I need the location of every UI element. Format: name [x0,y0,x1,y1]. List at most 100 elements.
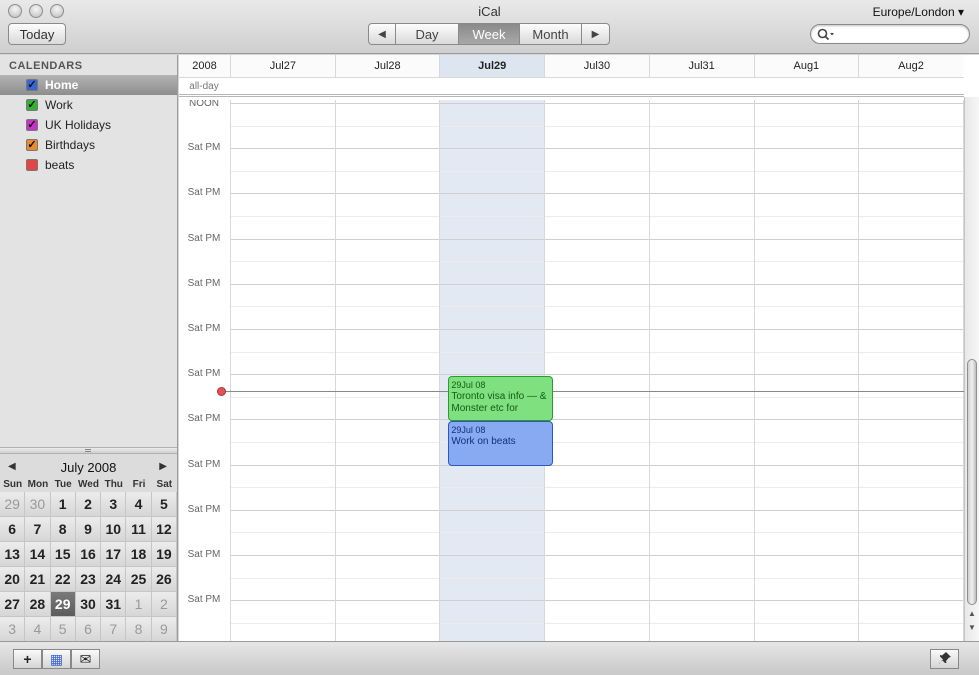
mini-day[interactable]: 20 [0,567,26,592]
calendar-label: Birthdays [45,138,96,152]
mini-day[interactable]: 23 [75,567,102,592]
column-divider [439,100,441,641]
scroll-up-arrow-icon[interactable]: ▲ [967,609,977,619]
month-view-button[interactable]: Month [519,23,582,45]
day-header-aug1[interactable]: Aug1 [753,55,859,77]
mini-day[interactable]: 1 [126,592,152,617]
column-divider [230,100,231,641]
day-header-jul28[interactable]: Jul28 [334,55,440,77]
add-calendar-button[interactable]: + [13,649,42,669]
sidebar: CALENDARS ✓ Home ✓ Work ✓ UK Holidays ✓ Birthda… [0,55,178,642]
info-panel-button[interactable] [930,649,959,669]
mini-day[interactable]: 8 [50,517,76,542]
sidebar-splitter[interactable] [0,447,177,454]
scroll-down-arrow-icon[interactable]: ▼ [967,623,977,633]
vertical-scrollbar[interactable]: ▲ ▼ [964,97,979,641]
mini-day[interactable]: 26 [151,567,177,592]
mini-next-month-button[interactable]: ▶ [159,461,167,472]
hour-line [230,419,964,421]
search-field[interactable] [810,24,970,44]
mini-day[interactable]: 31 [101,592,127,617]
mini-month-title: July 2008 [60,460,117,475]
mini-day[interactable]: 2 [151,592,177,617]
calendar-item-birthdays[interactable]: ✓ Birthdays [0,135,177,155]
mini-day[interactable]: 10 [101,517,127,542]
mini-day[interactable]: 4 [126,492,152,517]
time-label: Sat PM [187,549,221,560]
mini-day[interactable]: 7 [101,617,127,642]
day-header-aug2[interactable]: Aug2 [858,55,963,77]
day-header-jul29[interactable]: Jul29 [439,55,545,77]
mini-day[interactable]: 9 [151,617,177,642]
today-button[interactable]: Today [8,23,66,45]
calendar-event[interactable]: 29Jul 08 Toronto visa info — & Monster et… [448,376,553,421]
mini-day[interactable]: 8 [126,617,152,642]
mini-day[interactable]: 29 [0,492,26,517]
hour-grid[interactable]: NOON Sat PM Sat PM Sat PM Sat PM Sat PM Sat PM… [179,100,964,641]
time-label: Sat PM [187,413,221,425]
timezone-menu[interactable]: Europe/London ▾ [873,5,964,19]
calendar-checkbox[interactable]: ✓ [26,119,38,131]
mini-day[interactable]: 17 [101,542,127,567]
hour-line [230,238,964,240]
all-day-row[interactable]: all-day [179,77,964,97]
time-label: Sat PM [187,232,221,244]
envelope-icon: ✉ [79,650,92,667]
mini-day[interactable]: 9 [75,517,102,542]
day-header-jul30[interactable]: Jul30 [544,55,649,77]
next-week-button[interactable]: ▶ [581,23,610,45]
mini-day[interactable]: 21 [25,567,51,592]
week-view-button[interactable]: Week [458,23,520,45]
mini-day[interactable]: 18 [126,542,152,567]
calendar-label: beats [45,158,75,172]
mini-day[interactable]: 22 [50,567,76,592]
calendar-checkbox[interactable] [26,159,38,171]
mini-day[interactable]: 27 [0,592,26,617]
scrollbar-thumb[interactable] [967,359,977,605]
mini-day[interactable]: 13 [0,542,26,567]
mini-day[interactable]: 1 [50,492,76,517]
calendar-item-work[interactable]: ✓ Work [0,95,177,115]
calendar-item-uk-holidays[interactable]: ✓ UK Holidays [0,115,177,135]
mini-day[interactable]: 5 [50,617,76,642]
previous-week-button[interactable]: ◀ [368,23,396,45]
mini-day[interactable]: 25 [126,567,152,592]
mini-day[interactable]: 11 [126,517,152,542]
week-grid: 2008 Jul27 Jul28 Jul29 Jul30 Jul31 Aug1 Aug2 a… [179,55,979,641]
calendar-item-home[interactable]: ✓ Home [0,75,177,95]
calendar-item-beats[interactable]: beats [0,155,177,175]
calendar-event[interactable]: 29Jul 08 Work on beats [448,421,553,466]
calendar-checkbox[interactable]: ✓ [26,99,38,111]
mini-day-today[interactable]: 29 [50,592,76,617]
day-header-jul31[interactable]: Jul31 [648,55,754,77]
mini-month-toggle-button[interactable]: ▦ [42,649,71,669]
mini-day[interactable]: 4 [25,617,51,642]
mini-day[interactable]: 24 [101,567,127,592]
day-view-button[interactable]: Day [395,23,459,45]
calendar-label: Work [45,98,73,112]
calendar-checkbox[interactable]: ✓ [26,139,38,151]
half-hour-line [230,351,964,353]
toolbar: iCal Europe/London ▾ Today ◀ Day Week Mo… [0,0,979,54]
mini-day[interactable]: 30 [25,492,51,517]
calendar-checkbox[interactable]: ✓ [26,79,38,91]
mini-day[interactable]: 5 [151,492,177,517]
mini-day[interactable]: 2 [75,492,102,517]
notifications-button[interactable]: ✉ [71,649,100,669]
column-divider [858,100,860,641]
pin-icon [938,651,952,668]
hour-line [230,283,964,285]
mini-day[interactable]: 28 [25,592,51,617]
mini-day[interactable]: 14 [25,542,51,567]
mini-day[interactable]: 3 [0,617,26,642]
mini-day[interactable]: 6 [0,517,26,542]
mini-day[interactable]: 6 [75,617,102,642]
day-header-jul27[interactable]: Jul27 [230,55,335,77]
mini-day[interactable]: 7 [25,517,51,542]
mini-day[interactable]: 3 [101,492,127,517]
mini-day[interactable]: 12 [151,517,177,542]
mini-day[interactable]: 19 [151,542,177,567]
mini-day[interactable]: 15 [50,542,76,567]
mini-day[interactable]: 16 [75,542,102,567]
mini-day[interactable]: 30 [75,592,102,617]
